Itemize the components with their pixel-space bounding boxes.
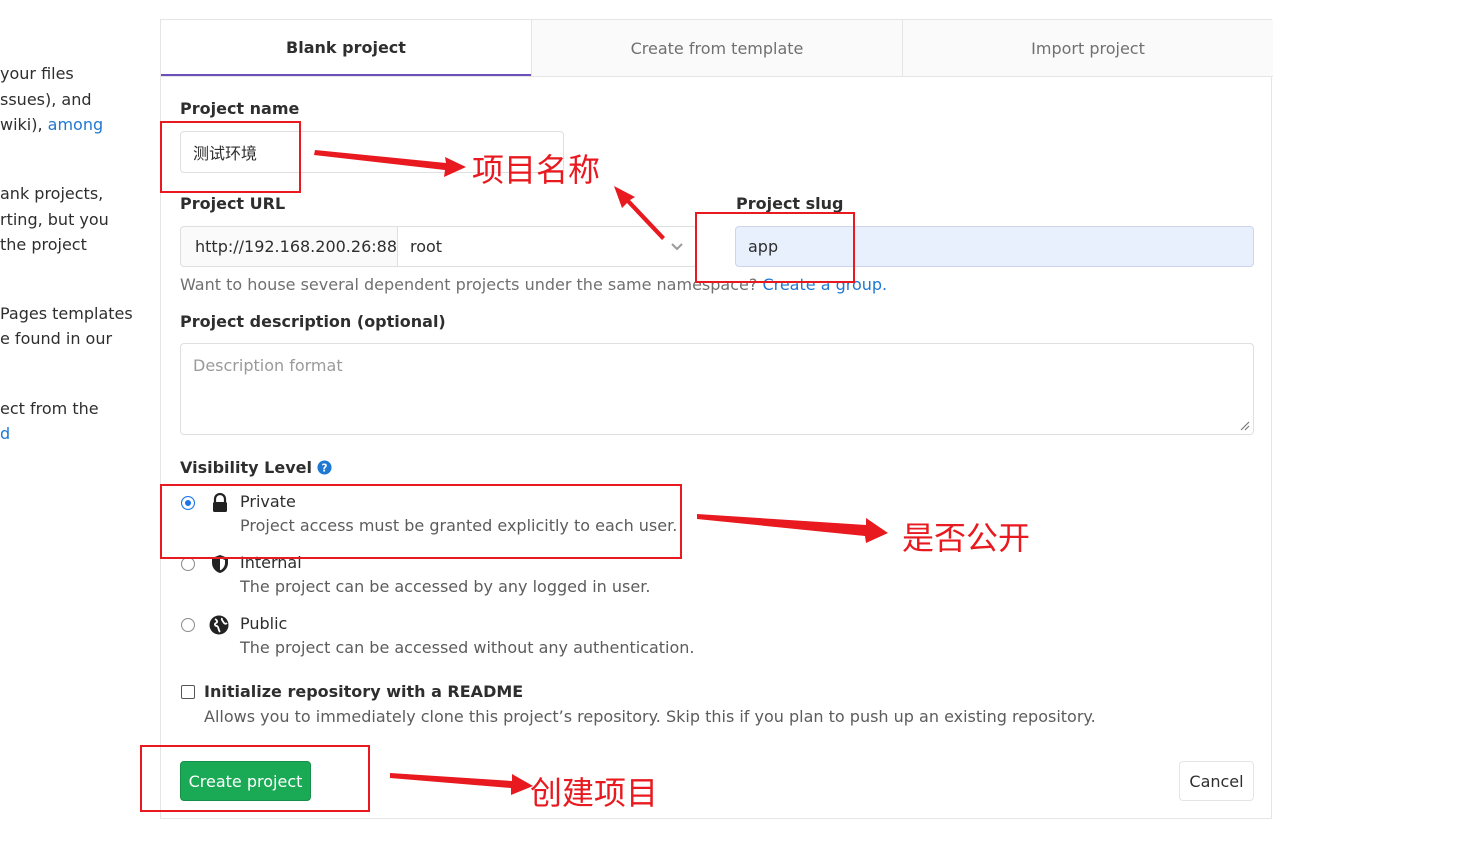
- annotation-visibility-label: 是否公开: [902, 519, 1031, 557]
- arrow-visibility: [697, 514, 888, 543]
- arrow-name: [314, 150, 466, 177]
- annotation-create-label: 创建项目: [530, 774, 659, 812]
- annotation-name-label: 项目名称: [472, 151, 601, 189]
- arrow-create: [390, 773, 533, 795]
- arrow-slug: [614, 186, 665, 240]
- annotation-arrows: [314, 150, 888, 795]
